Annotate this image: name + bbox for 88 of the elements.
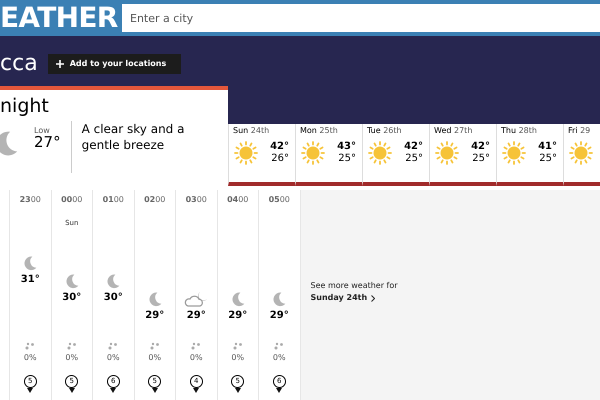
chevron-right-icon bbox=[371, 294, 376, 302]
day-tab[interactable]: Fri 29 bbox=[563, 124, 600, 186]
wind-arrow-icon bbox=[276, 388, 282, 393]
raindrops-icon bbox=[232, 342, 243, 350]
tonight-description: A clear sky and a gentle breeze bbox=[82, 121, 186, 154]
search-field[interactable]: Enter a city bbox=[122, 4, 600, 32]
hour-temperature: 30° bbox=[104, 293, 123, 303]
wind-arrow-icon bbox=[193, 388, 200, 393]
day-date: 26th bbox=[383, 126, 402, 135]
rain-chance: 0% bbox=[65, 352, 78, 364]
hour-temperature: 29° bbox=[228, 311, 248, 321]
raindrops-icon bbox=[274, 342, 284, 350]
site-title: EATHER bbox=[0, 4, 119, 32]
wind-arrow-icon bbox=[68, 388, 75, 393]
day-name: Thu bbox=[501, 126, 516, 135]
rain-chance: 0% bbox=[24, 352, 37, 364]
sun-icon bbox=[300, 140, 326, 166]
moon-icon bbox=[64, 272, 80, 290]
moon-icon bbox=[105, 272, 122, 290]
day-tab[interactable]: Mon 25th 43° 25° bbox=[295, 124, 362, 186]
day-tab[interactable]: Sun 24th 42° 26° bbox=[228, 124, 295, 186]
rain-chance: 0% bbox=[272, 352, 286, 364]
low-temperature: 27° bbox=[34, 135, 61, 150]
day-name: Mon bbox=[300, 126, 317, 135]
moon-icon bbox=[230, 290, 246, 308]
location-name: cca bbox=[0, 53, 38, 75]
moon-icon bbox=[22, 254, 38, 272]
sun-icon bbox=[367, 140, 393, 166]
high-temperature: 43° bbox=[337, 141, 356, 153]
high-temperature: 42° bbox=[404, 141, 423, 153]
day-date: 29 bbox=[580, 126, 590, 135]
low-temperature: 25° bbox=[539, 153, 557, 165]
raindrops-icon bbox=[66, 342, 77, 350]
low-temperature: 25° bbox=[472, 153, 490, 165]
hour-time: 0500 bbox=[268, 196, 290, 204]
day-name: Tue bbox=[367, 126, 381, 135]
low-temperature: 26° bbox=[271, 153, 289, 165]
hour-temperature: 29° bbox=[186, 311, 206, 321]
sun-icon bbox=[434, 140, 460, 166]
day-name: Wed bbox=[434, 126, 452, 135]
low-temperature: 25° bbox=[338, 153, 356, 165]
hour-time: 2300 bbox=[20, 196, 41, 204]
high-temperature: 42° bbox=[471, 141, 490, 153]
wind-arrow-icon bbox=[152, 388, 158, 393]
tonight-title: night bbox=[0, 94, 50, 116]
hour-temperature: 31° bbox=[20, 275, 40, 285]
rain-chance: 0% bbox=[148, 352, 162, 364]
wind-arrow-icon bbox=[27, 388, 34, 393]
hour-time: 0200 bbox=[144, 196, 166, 204]
raindrops-icon bbox=[191, 342, 202, 350]
raindrops-icon bbox=[150, 342, 160, 350]
day-tab[interactable]: Wed 27th 42° 25° bbox=[429, 124, 496, 186]
hour-temperature: 30° bbox=[62, 293, 82, 303]
high-temperature: 41° bbox=[538, 141, 557, 153]
hour-time: 0300 bbox=[186, 196, 207, 204]
day-date: 28th bbox=[518, 126, 537, 135]
wind-arrow-icon bbox=[234, 388, 241, 393]
sun-icon bbox=[568, 140, 594, 166]
hour-temperature: 29° bbox=[270, 311, 289, 321]
rain-chance: 0% bbox=[231, 352, 244, 364]
low-label: Low bbox=[34, 127, 51, 135]
hour-temperature: 29° bbox=[145, 311, 164, 321]
add-location-button[interactable]: Add to your locations bbox=[48, 54, 181, 74]
day-name: Sun bbox=[233, 126, 248, 135]
high-temperature: 42° bbox=[270, 141, 289, 153]
day-name: Fri bbox=[568, 126, 578, 135]
day-date: 24th bbox=[250, 126, 270, 135]
moon-icon bbox=[271, 290, 288, 308]
sun-icon bbox=[233, 140, 259, 166]
hour-time: 0400 bbox=[227, 196, 248, 204]
low-temperature: 25° bbox=[405, 153, 423, 165]
raindrops-icon bbox=[25, 342, 36, 350]
cloud-moon-icon bbox=[183, 290, 210, 308]
day-date: 27th bbox=[454, 126, 472, 135]
day-tab[interactable]: Thu 28th 41° 25° bbox=[496, 124, 563, 186]
hour-time: 0000 bbox=[61, 196, 82, 204]
raindrops-icon bbox=[108, 342, 118, 350]
sun-icon bbox=[501, 140, 527, 166]
day-date: 25th bbox=[319, 126, 338, 135]
rain-chance: 0% bbox=[106, 352, 120, 364]
day-tab[interactable]: Tue 26th 42° 25° bbox=[362, 124, 429, 186]
plus-icon bbox=[56, 60, 64, 68]
moon-icon bbox=[146, 290, 163, 308]
rain-chance: 0% bbox=[190, 352, 203, 364]
wind-arrow-icon bbox=[110, 388, 116, 393]
more-weather-link[interactable]: Sunday 24th bbox=[310, 292, 600, 304]
more-weather-text: See more weather for bbox=[310, 280, 399, 292]
hour-time: 0100 bbox=[102, 196, 124, 204]
